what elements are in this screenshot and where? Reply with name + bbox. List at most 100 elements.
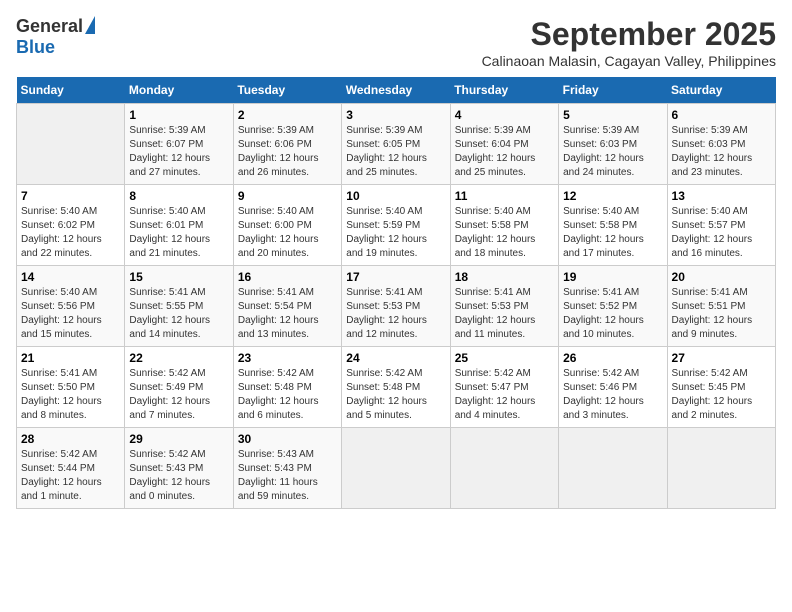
day-number: 7 (21, 189, 120, 203)
calendar-cell (342, 428, 450, 509)
day-number: 22 (129, 351, 228, 365)
logo-general-text: General (16, 16, 83, 37)
day-number: 24 (346, 351, 445, 365)
calendar-cell: 26Sunrise: 5:42 AM Sunset: 5:46 PM Dayli… (559, 347, 667, 428)
calendar-cell: 30 Sunrise: 5:43 AM Sunset: 5:43 PM Dayli… (233, 428, 341, 509)
calendar-cell (450, 428, 558, 509)
location-title: Calinaoan Malasin, Cagayan Valley, Phili… (482, 53, 776, 69)
day-number: 19 (563, 270, 662, 284)
day-info: Sunrise: 5:40 AM Sunset: 5:59 PM Dayligh… (346, 205, 445, 261)
day-number: 29 (129, 432, 228, 446)
day-number: 1 (129, 108, 228, 122)
calendar-week-row: 1 Sunrise: 5:39 AM Sunset: 6:07 PM Daylig… (17, 104, 776, 185)
calendar-cell: 25Sunrise: 5:42 AM Sunset: 5:47 PM Dayli… (450, 347, 558, 428)
calendar-cell: 1 Sunrise: 5:39 AM Sunset: 6:07 PM Daylig… (125, 104, 233, 185)
day-info: Sunrise: 5:42 AM Sunset: 5:45 PM Dayligh… (672, 367, 771, 423)
day-info: Sunrise: 5:40 AM Sunset: 6:00 PM Dayligh… (238, 205, 337, 261)
calendar-body: 1 Sunrise: 5:39 AM Sunset: 6:07 PM Daylig… (17, 104, 776, 509)
day-number: 4 (455, 108, 554, 122)
calendar-cell: 6 Sunrise: 5:39 AM Sunset: 6:03 PM Daylig… (667, 104, 775, 185)
day-number: 26 (563, 351, 662, 365)
calendar-cell: 14 Sunrise: 5:40 AM Sunset: 5:56 PM Dayli… (17, 266, 125, 347)
calendar-cell: 5 Sunrise: 5:39 AM Sunset: 6:03 PM Daylig… (559, 104, 667, 185)
calendar-week-row: 28 Sunrise: 5:42 AM Sunset: 5:44 PM Dayli… (17, 428, 776, 509)
calendar-cell: 18 Sunrise: 5:41 AM Sunset: 5:53 PM Dayli… (450, 266, 558, 347)
calendar-cell: 23Sunrise: 5:42 AM Sunset: 5:48 PM Dayli… (233, 347, 341, 428)
calendar-cell: 27 Sunrise: 5:42 AM Sunset: 5:45 PM Dayli… (667, 347, 775, 428)
day-info: Sunrise: 5:40 AM Sunset: 5:58 PM Dayligh… (563, 205, 662, 261)
header: General Blue September 2025 Calinaoan Ma… (16, 16, 776, 69)
day-info: Sunrise: 5:41 AM Sunset: 5:53 PM Dayligh… (455, 286, 554, 342)
calendar-cell (559, 428, 667, 509)
day-number: 15 (129, 270, 228, 284)
calendar-week-row: 7Sunrise: 5:40 AM Sunset: 6:02 PM Daylig… (17, 185, 776, 266)
day-number: 14 (21, 270, 120, 284)
day-number: 10 (346, 189, 445, 203)
day-info: Sunrise: 5:42 AM Sunset: 5:48 PM Dayligh… (238, 367, 337, 423)
calendar-cell: 16Sunrise: 5:41 AM Sunset: 5:54 PM Dayli… (233, 266, 341, 347)
day-info: Sunrise: 5:43 AM Sunset: 5:43 PM Dayligh… (238, 448, 337, 504)
day-number: 6 (672, 108, 771, 122)
day-info: Sunrise: 5:40 AM Sunset: 5:56 PM Dayligh… (21, 286, 120, 342)
calendar-cell: 15 Sunrise: 5:41 AM Sunset: 5:55 PM Dayli… (125, 266, 233, 347)
header-cell-saturday: Saturday (667, 77, 775, 104)
day-number: 30 (238, 432, 337, 446)
calendar-cell: 3Sunrise: 5:39 AM Sunset: 6:05 PM Daylig… (342, 104, 450, 185)
header-cell-monday: Monday (125, 77, 233, 104)
calendar-header: SundayMondayTuesdayWednesdayThursdayFrid… (17, 77, 776, 104)
calendar-cell: 9Sunrise: 5:40 AM Sunset: 6:00 PM Daylig… (233, 185, 341, 266)
day-info: Sunrise: 5:41 AM Sunset: 5:52 PM Dayligh… (563, 286, 662, 342)
day-number: 21 (21, 351, 120, 365)
calendar-week-row: 21 Sunrise: 5:41 AM Sunset: 5:50 PM Dayli… (17, 347, 776, 428)
calendar-cell: 17Sunrise: 5:41 AM Sunset: 5:53 PM Dayli… (342, 266, 450, 347)
calendar-cell: 10 Sunrise: 5:40 AM Sunset: 5:59 PM Dayli… (342, 185, 450, 266)
calendar-cell (17, 104, 125, 185)
day-info: Sunrise: 5:39 AM Sunset: 6:07 PM Dayligh… (129, 124, 228, 180)
logo-triangle-icon (85, 16, 95, 34)
day-info: Sunrise: 5:41 AM Sunset: 5:50 PM Dayligh… (21, 367, 120, 423)
logo: General Blue (16, 16, 95, 58)
logo-blue-text: Blue (16, 37, 55, 58)
calendar-cell: 29 Sunrise: 5:42 AM Sunset: 5:43 PM Dayli… (125, 428, 233, 509)
calendar-cell: 11 Sunrise: 5:40 AM Sunset: 5:58 PM Dayli… (450, 185, 558, 266)
month-title: September 2025 (482, 16, 776, 53)
header-cell-tuesday: Tuesday (233, 77, 341, 104)
day-info: Sunrise: 5:40 AM Sunset: 5:57 PM Dayligh… (672, 205, 771, 261)
day-info: Sunrise: 5:41 AM Sunset: 5:55 PM Dayligh… (129, 286, 228, 342)
day-number: 2 (238, 108, 337, 122)
calendar-cell: 21 Sunrise: 5:41 AM Sunset: 5:50 PM Dayli… (17, 347, 125, 428)
calendar-cell: 4 Sunrise: 5:39 AM Sunset: 6:04 PM Daylig… (450, 104, 558, 185)
calendar-cell: 28 Sunrise: 5:42 AM Sunset: 5:44 PM Dayli… (17, 428, 125, 509)
calendar-cell: 7Sunrise: 5:40 AM Sunset: 6:02 PM Daylig… (17, 185, 125, 266)
day-info: Sunrise: 5:42 AM Sunset: 5:49 PM Dayligh… (129, 367, 228, 423)
day-info: Sunrise: 5:41 AM Sunset: 5:53 PM Dayligh… (346, 286, 445, 342)
calendar-cell: 8 Sunrise: 5:40 AM Sunset: 6:01 PM Daylig… (125, 185, 233, 266)
calendar-cell (667, 428, 775, 509)
day-number: 11 (455, 189, 554, 203)
day-info: Sunrise: 5:40 AM Sunset: 6:01 PM Dayligh… (129, 205, 228, 261)
day-info: Sunrise: 5:39 AM Sunset: 6:05 PM Dayligh… (346, 124, 445, 180)
day-info: Sunrise: 5:39 AM Sunset: 6:03 PM Dayligh… (563, 124, 662, 180)
day-info: Sunrise: 5:41 AM Sunset: 5:51 PM Dayligh… (672, 286, 771, 342)
day-number: 8 (129, 189, 228, 203)
day-number: 12 (563, 189, 662, 203)
day-info: Sunrise: 5:42 AM Sunset: 5:44 PM Dayligh… (21, 448, 120, 504)
day-number: 13 (672, 189, 771, 203)
day-info: Sunrise: 5:39 AM Sunset: 6:03 PM Dayligh… (672, 124, 771, 180)
day-info: Sunrise: 5:39 AM Sunset: 6:04 PM Dayligh… (455, 124, 554, 180)
title-area: September 2025 Calinaoan Malasin, Cagaya… (482, 16, 776, 69)
day-info: Sunrise: 5:42 AM Sunset: 5:47 PM Dayligh… (455, 367, 554, 423)
day-number: 27 (672, 351, 771, 365)
calendar-cell: 24 Sunrise: 5:42 AM Sunset: 5:48 PM Dayli… (342, 347, 450, 428)
day-info: Sunrise: 5:42 AM Sunset: 5:48 PM Dayligh… (346, 367, 445, 423)
calendar-cell: 22 Sunrise: 5:42 AM Sunset: 5:49 PM Dayli… (125, 347, 233, 428)
header-cell-wednesday: Wednesday (342, 77, 450, 104)
day-number: 28 (21, 432, 120, 446)
header-cell-friday: Friday (559, 77, 667, 104)
day-info: Sunrise: 5:42 AM Sunset: 5:43 PM Dayligh… (129, 448, 228, 504)
day-info: Sunrise: 5:40 AM Sunset: 5:58 PM Dayligh… (455, 205, 554, 261)
day-number: 20 (672, 270, 771, 284)
day-number: 5 (563, 108, 662, 122)
day-number: 18 (455, 270, 554, 284)
calendar-week-row: 14 Sunrise: 5:40 AM Sunset: 5:56 PM Dayli… (17, 266, 776, 347)
